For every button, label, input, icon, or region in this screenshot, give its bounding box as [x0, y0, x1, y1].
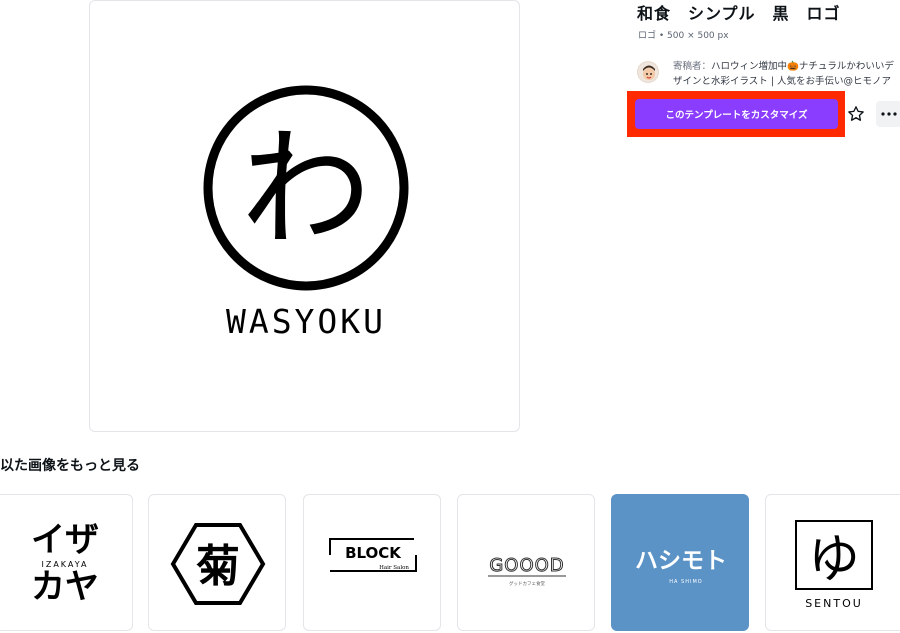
block-logo: BLOCK Hair Salon	[329, 538, 417, 572]
block-text: BLOCK	[345, 544, 402, 562]
sentou-logo: ゆ SENTOU	[795, 520, 873, 610]
star-icon	[848, 106, 864, 121]
goood-text: GOOOD	[489, 555, 564, 576]
similar-thumb-kiku[interactable]: 菊	[148, 494, 286, 631]
similar-thumb-hashimoto[interactable]: ハシモト HA SHIMO	[611, 494, 749, 631]
sentou-text: SENTOU	[805, 597, 863, 610]
block-sub: Hair Salon	[379, 565, 409, 571]
goood-sub: グッドカフェ食堂	[509, 580, 545, 587]
similar-thumb-izakaya[interactable]: イザ IZAKAYA カヤ	[0, 494, 133, 631]
favorite-button[interactable]	[843, 101, 869, 127]
template-preview[interactable]: わ WASYOKU	[89, 0, 520, 432]
wasyoku-logo: わ WASYOKU	[203, 85, 409, 341]
contributor-info: 寄稿者：ハロウィン増加中🎃ナチュラルかわいいデザインと水彩イラスト | 人気をお…	[673, 59, 898, 89]
similar-thumb-goood[interactable]: GOOOD グッドカフェ食堂	[457, 494, 595, 631]
sentou-glyph: ゆ	[808, 530, 860, 590]
logo-glyph: わ	[241, 113, 371, 265]
hashimoto-logo: ハシモト HA SHIMO	[635, 548, 727, 585]
izakaya-line2: カヤ	[31, 567, 99, 607]
similar-thumb-block[interactable]: BLOCK Hair Salon	[303, 494, 441, 631]
customize-template-button[interactable]: このテンプレートをカスタマイズ	[635, 99, 838, 129]
izakaya-logo: イザ IZAKAYA カヤ	[31, 520, 99, 607]
contributor-label: 寄稿者：	[673, 61, 712, 72]
logo-text: WASYOKU	[226, 302, 386, 341]
contributor-avatar[interactable]	[637, 61, 659, 83]
template-title: 和食 シンプル 黒 ロゴ	[637, 4, 841, 23]
goood-logo: GOOOD グッドカフェ食堂	[488, 555, 566, 587]
similar-heading: 以た画像をもっと見る	[0, 458, 140, 474]
hashimoto-sub: HA SHIMO	[669, 579, 702, 585]
template-meta: ロゴ • 500 × 500 px	[638, 31, 729, 41]
kiku-glyph: 菊	[196, 541, 240, 592]
similar-thumb-sentou[interactable]: ゆ SENTOU	[765, 494, 900, 631]
more-icon	[881, 112, 897, 116]
hashimoto-text: ハシモト	[635, 548, 727, 574]
kiku-logo: 菊	[170, 523, 266, 605]
more-options-button[interactable]	[876, 101, 900, 127]
izakaya-line1: イザ	[31, 520, 99, 560]
avatar-icon	[643, 65, 655, 80]
